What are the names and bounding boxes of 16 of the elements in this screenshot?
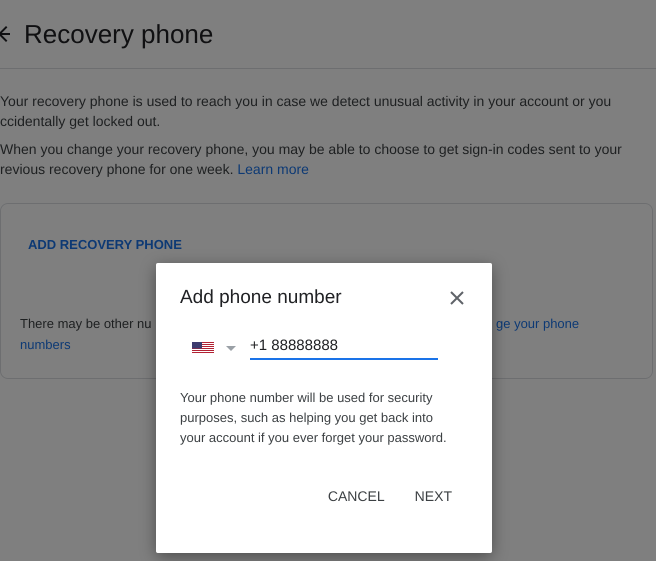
manage-phone-link[interactable]: ge your phone <box>496 314 633 334</box>
learn-more-link[interactable]: Learn more <box>237 161 309 177</box>
dropdown-caret-icon <box>226 346 236 350</box>
card-text: There may be other nu <box>20 315 152 333</box>
close-icon <box>450 291 464 305</box>
page-title: Recovery phone <box>24 18 214 50</box>
description-text: Your recovery phone is used to reach you in case we detect unusual activity in your account or you ccidentally get locked out. <box>0 92 612 131</box>
help-text: Your phone number will be used for security purposes, such as helping you get back into your account if you ever forget your password. <box>180 389 448 447</box>
back-arrow-icon[interactable] <box>0 26 10 42</box>
note-text: When you change your recovery phone, you may be able to choose to get sign-in codes sent to your revious recovery phone for one week. Learn more <box>0 140 623 179</box>
flag-icon <box>192 342 214 354</box>
next-button[interactable]: NEXT <box>404 482 462 510</box>
dialog-title: Add phone number <box>180 287 342 309</box>
cancel-button[interactable]: CANCEL <box>318 482 395 510</box>
add-recovery-phone-button[interactable]: ADD RECOVERY PHONE <box>20 234 190 254</box>
manage-phone-link[interactable]: numbers <box>20 335 71 355</box>
